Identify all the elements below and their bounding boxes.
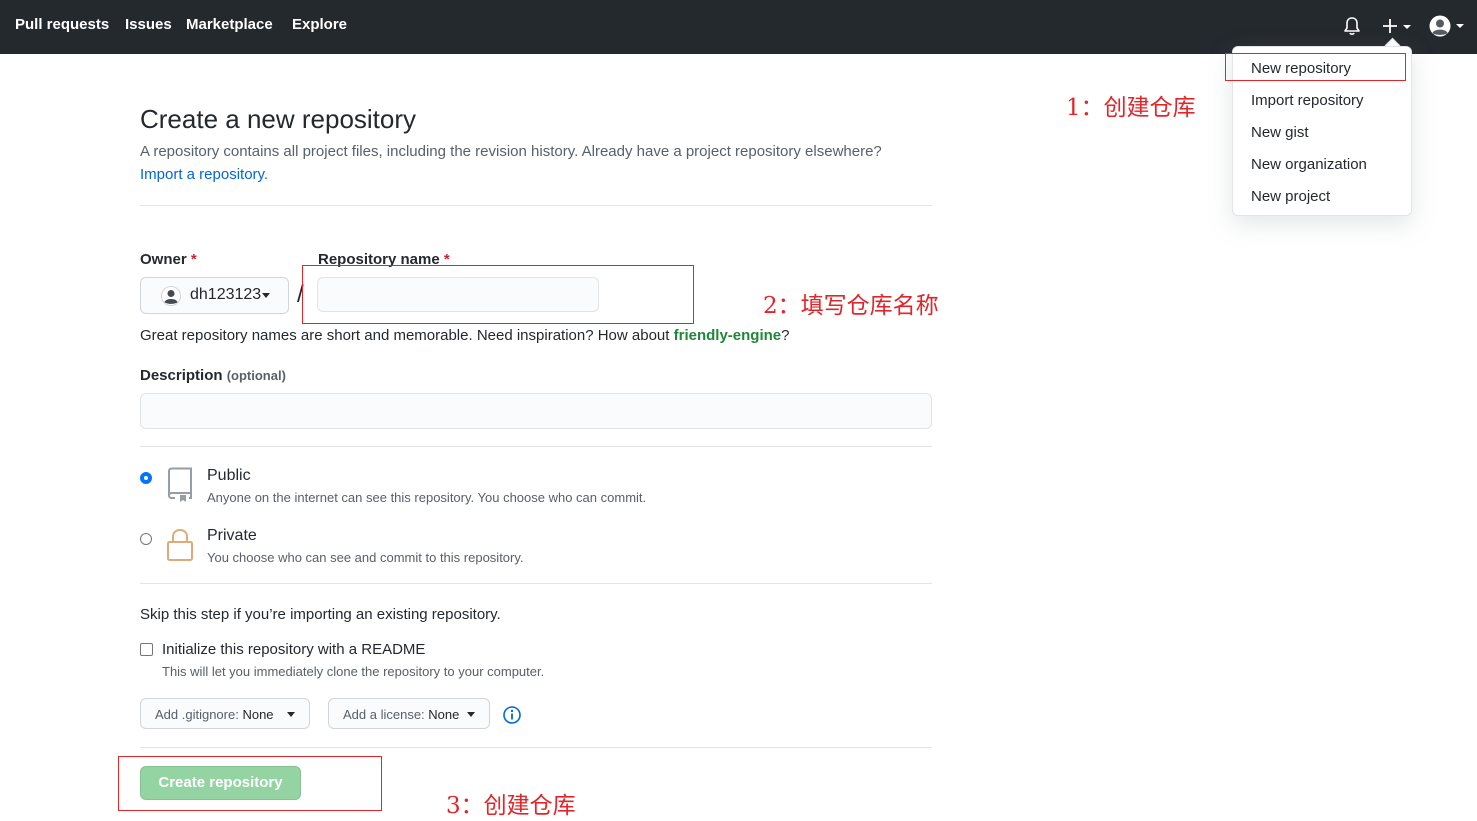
import-repository-link[interactable]: Import a repository. [140,166,268,183]
menu-item-new-organization[interactable]: New organization [1251,156,1367,173]
info-icon[interactable] [503,706,521,724]
create-new-button[interactable] [1380,16,1411,39]
chevron-down-icon [1456,24,1464,28]
public-description: Anyone on the internet can see this repo… [207,490,647,505]
hint-text: Great repository names are short and mem… [140,327,674,344]
optional-note: (optional) [226,368,286,383]
page-subtitle: A repository contains all project files,… [140,143,882,160]
menu-item-new-project[interactable]: New project [1251,188,1330,205]
readme-label[interactable]: Initialize this repository with a README [162,641,425,658]
hint-suffix: ? [781,327,790,344]
divider [140,747,932,748]
lock-icon [167,528,193,561]
gitignore-prefix: Add .gitignore: [155,707,243,722]
owner-label: Owner * [140,251,197,268]
nav-marketplace[interactable]: Marketplace [186,16,273,33]
description-input[interactable] [140,393,932,429]
highlight-new-repository [1225,53,1406,81]
nav-issues[interactable]: Issues [125,16,172,33]
avatar [1429,15,1451,37]
owner-value: dh123123 [190,286,262,303]
private-label: Private [207,527,257,544]
private-description: You choose who can see and commit to thi… [207,550,524,565]
owner-avatar [161,286,181,306]
chevron-down-icon [287,712,295,717]
chevron-down-icon [467,712,475,717]
license-text: Add a license: None [343,707,459,722]
public-label: Public [207,467,251,484]
repo-icon [167,467,192,502]
description-label-text: Description [140,367,223,384]
name-suggestion-link[interactable]: friendly-engine [674,327,782,344]
menu-item-import-repository[interactable]: Import repository [1251,92,1364,109]
repo-name-hint: Great repository names are short and mem… [140,327,789,344]
skip-step-note: Skip this step if you’re importing an ex… [140,606,501,623]
page-title: Create a new repository [140,104,417,134]
description-label: Description (optional) [140,367,286,384]
highlight-repository-name [302,265,694,324]
annotation-step-1: 1：创建仓库 [1066,95,1196,121]
readme-description: This will let you immediately clone the … [162,664,545,679]
public-radio[interactable] [140,472,152,484]
divider [140,205,932,206]
annotation-step-2: 2：填写仓库名称 [763,293,939,319]
menu-item-new-gist[interactable]: New gist [1251,124,1309,141]
divider [140,446,932,447]
nav-explore[interactable]: Explore [292,16,347,33]
required-mark: * [190,251,197,268]
annotation-step-3: 3：创建仓库 [446,793,576,819]
plus-icon [1383,19,1397,33]
license-prefix: Add a license: [343,707,429,722]
chevron-down-icon [1403,25,1411,29]
gitignore-text: Add .gitignore: None [155,707,274,722]
owner-select[interactable]: dh123123 [140,277,289,314]
bell-icon[interactable] [1343,16,1361,39]
private-radio[interactable] [140,533,152,545]
license-value: None [428,707,460,722]
divider [140,583,932,584]
chevron-down-icon [262,293,270,298]
readme-checkbox[interactable] [140,643,153,656]
user-menu-button[interactable] [1429,15,1464,40]
gitignore-value: None [242,707,274,722]
license-select[interactable]: Add a license: None [328,698,490,729]
owner-label-text: Owner [140,251,187,268]
highlight-create-button [118,756,382,811]
gitignore-select[interactable]: Add .gitignore: None [140,698,310,729]
nav-pull-requests[interactable]: Pull requests [15,16,109,33]
